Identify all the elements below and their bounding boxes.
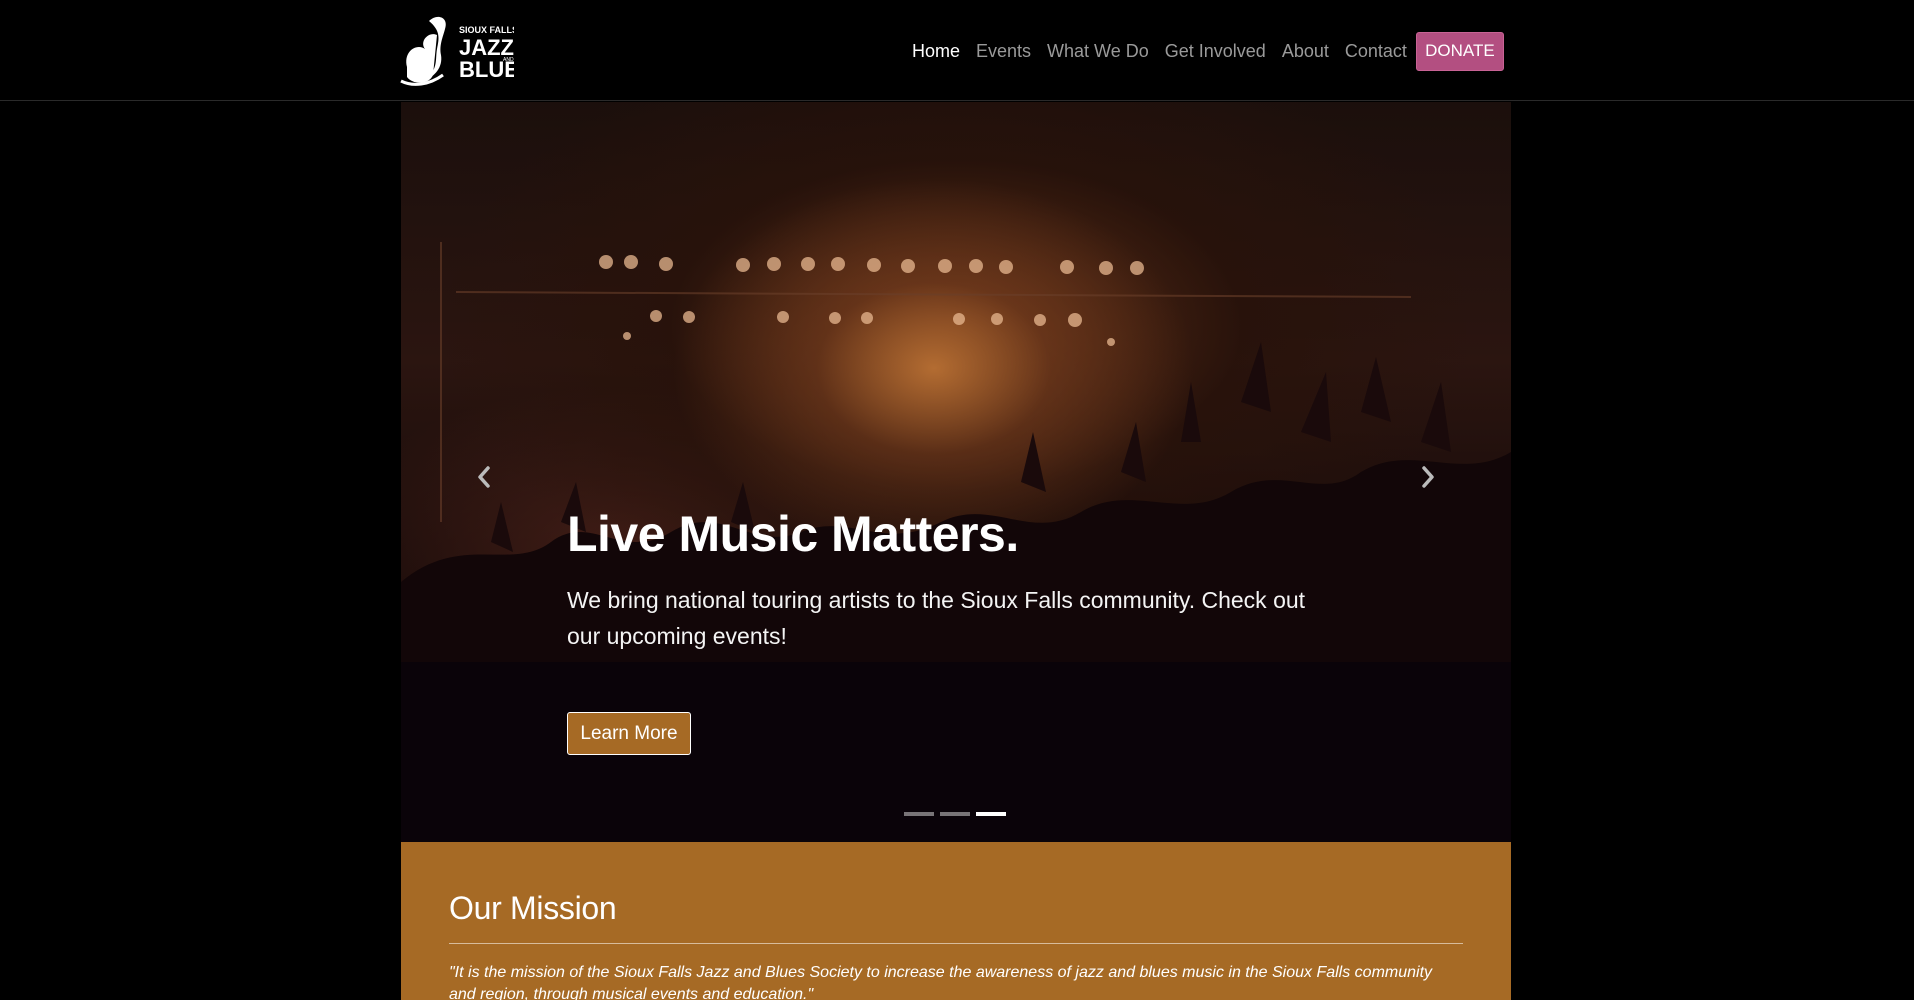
chevron-left-icon (478, 466, 490, 488)
nav-events[interactable]: Events (976, 41, 1031, 62)
mission-section: Our Mission "It is the mission of the Si… (401, 842, 1511, 1000)
learn-more-button[interactable]: Learn More (567, 712, 691, 755)
nav-about[interactable]: About (1282, 41, 1329, 62)
nav-home[interactable]: Home (912, 41, 960, 62)
nav-what-we-do[interactable]: What We Do (1047, 41, 1149, 62)
main-nav: Home Events What We Do Get Involved Abou… (912, 31, 1504, 71)
mission-text: "It is the mission of the Sioux Falls Ja… (449, 964, 1433, 1000)
hero-text: We bring national touring artists to the… (567, 587, 1306, 649)
carousel-prev-button[interactable] (464, 457, 504, 497)
carousel-indicators (904, 812, 1012, 816)
svg-text:BLUES: BLUES (459, 57, 514, 82)
carousel-caption: Live Music Matters. We bring national to… (567, 507, 1327, 654)
carousel-indicator-3[interactable] (976, 812, 1006, 816)
mission-divider (449, 943, 1463, 944)
hero-title: Live Music Matters. (567, 506, 1019, 562)
svg-text:SIOUX FALLS: SIOUX FALLS (459, 25, 514, 35)
site-logo[interactable]: SIOUX FALLS JAZZ AND BLUES (399, 11, 514, 87)
carousel-next-button[interactable] (1408, 457, 1448, 497)
donate-button[interactable]: DONATE (1415, 31, 1504, 71)
mission-heading: Our Mission (449, 890, 617, 926)
logo-icon: SIOUX FALLS JAZZ AND BLUES (400, 16, 514, 86)
hero-carousel: Live Music Matters. We bring national to… (401, 102, 1511, 842)
nav-contact[interactable]: Contact (1345, 41, 1407, 62)
navbar: SIOUX FALLS JAZZ AND BLUES Home Events W… (0, 0, 1914, 101)
nav-get-involved[interactable]: Get Involved (1165, 41, 1266, 62)
carousel-indicator-2[interactable] (940, 812, 970, 816)
chevron-right-icon (1422, 466, 1434, 488)
carousel-indicator-1[interactable] (904, 812, 934, 816)
